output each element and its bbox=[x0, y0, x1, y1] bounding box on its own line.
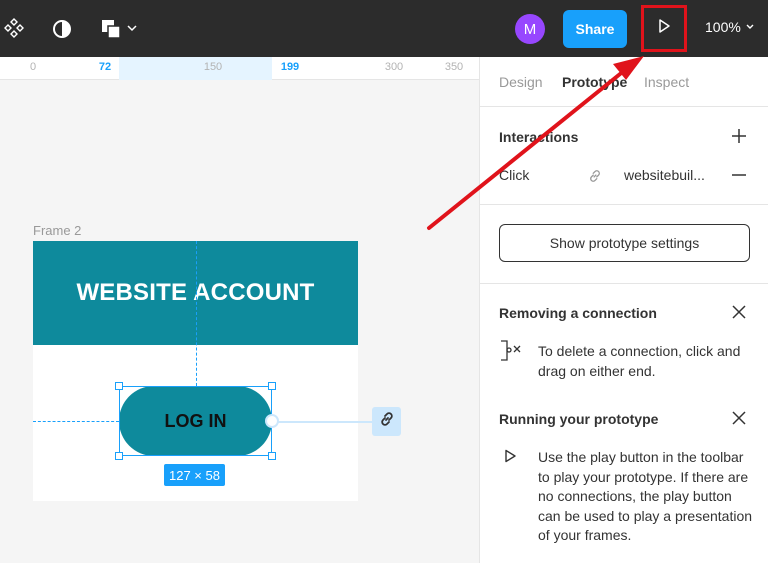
shapes-icon[interactable] bbox=[100, 18, 124, 40]
size-badge: 127 × 58 bbox=[164, 464, 225, 486]
tab-design[interactable]: Design bbox=[499, 74, 543, 90]
interaction-trigger[interactable]: Click bbox=[499, 167, 529, 183]
running-prototype-text: Use the play button in the toolbar to pl… bbox=[538, 449, 753, 543]
resize-handle[interactable] bbox=[115, 382, 123, 390]
tab-inspect[interactable]: Inspect bbox=[644, 74, 689, 90]
add-icon[interactable] bbox=[731, 128, 747, 144]
properties-panel: Design Prototype Inspect Interactions Cl… bbox=[479, 57, 768, 563]
resize-handle[interactable] bbox=[268, 452, 276, 460]
tab-prototype[interactable]: Prototype bbox=[562, 74, 627, 90]
present-button[interactable] bbox=[641, 5, 687, 52]
ruler-selection-range bbox=[119, 57, 272, 80]
divider bbox=[480, 204, 768, 205]
selection-box bbox=[119, 386, 272, 456]
frame-label[interactable]: Frame 2 bbox=[33, 223, 81, 238]
share-button[interactable]: Share bbox=[563, 10, 627, 48]
play-icon bbox=[656, 18, 672, 39]
components-icon[interactable] bbox=[3, 17, 25, 39]
interaction-destination[interactable]: websitebuil... bbox=[624, 167, 705, 183]
avatar[interactable]: M bbox=[515, 14, 545, 44]
removing-connection-text: To delete a connection, click and drag o… bbox=[538, 343, 741, 379]
ruler-tick-selected: 72 bbox=[98, 61, 112, 73]
resize-handle[interactable] bbox=[115, 452, 123, 460]
toolbar: M Share 100% bbox=[0, 0, 768, 57]
remove-icon[interactable] bbox=[731, 167, 747, 183]
removing-connection-title: Removing a connection bbox=[499, 305, 657, 321]
contrast-icon[interactable] bbox=[51, 18, 73, 40]
close-icon[interactable] bbox=[731, 410, 747, 426]
show-prototype-settings-button[interactable]: Show prototype settings bbox=[499, 224, 750, 262]
running-prototype-title: Running your prototype bbox=[499, 411, 659, 427]
avatar-initial: M bbox=[523, 20, 537, 38]
divider bbox=[480, 283, 768, 284]
connection-handle[interactable] bbox=[265, 414, 279, 428]
chevron-down-icon[interactable] bbox=[126, 22, 138, 34]
connection-line bbox=[272, 421, 372, 423]
panel-tabs: Design Prototype Inspect bbox=[480, 57, 768, 107]
link-icon bbox=[378, 410, 396, 433]
measurement-guide-horizontal bbox=[33, 421, 119, 422]
measurement-guide-vertical bbox=[196, 241, 197, 386]
ruler-tick: 150 bbox=[203, 61, 223, 73]
resize-handle[interactable] bbox=[268, 382, 276, 390]
interactions-title: Interactions bbox=[499, 129, 579, 145]
zoom-level: 100% bbox=[705, 19, 741, 35]
ruler-tick: 350 bbox=[444, 61, 464, 73]
zoom-dropdown[interactable]: 100% bbox=[705, 19, 755, 35]
horizontal-ruler: 0 72 150 199 300 350 bbox=[0, 57, 479, 80]
connection-endpoint[interactable] bbox=[372, 407, 401, 436]
chevron-down-icon bbox=[745, 19, 755, 35]
ruler-tick: 300 bbox=[384, 61, 404, 73]
link-icon bbox=[586, 167, 604, 185]
disconnect-icon bbox=[499, 339, 525, 363]
play-icon bbox=[502, 448, 518, 464]
ruler-tick-selected: 199 bbox=[280, 61, 300, 73]
ruler-tick: 0 bbox=[29, 61, 37, 73]
close-icon[interactable] bbox=[731, 304, 747, 320]
